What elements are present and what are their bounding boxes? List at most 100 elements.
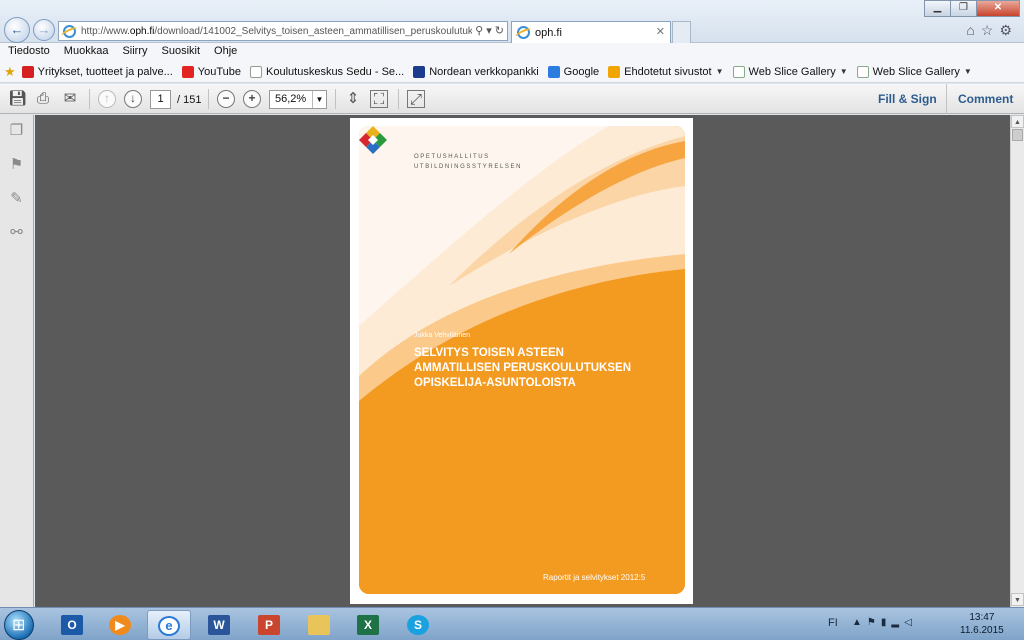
browser-tab[interactable]: oph.fi ✕ xyxy=(511,21,671,43)
chevron-down-icon: ▼ xyxy=(963,67,972,76)
refresh-icon[interactable]: ↻ xyxy=(495,25,504,37)
system-tray: ▲⚑▮▂◁ xyxy=(852,617,917,628)
navigation-pane: ❐ ⚑ ✎ ⚯ xyxy=(0,115,34,607)
favorites-star-icon[interactable]: ☆ xyxy=(981,22,1000,38)
address-tools: ⚲ ▾ ↻ xyxy=(472,24,504,37)
show-hidden-icons-icon[interactable]: ▲ xyxy=(852,617,867,628)
fit-page-icon[interactable]: ⛶ xyxy=(370,90,388,108)
favorite-link[interactable]: Web Slice Gallery ▼ xyxy=(856,65,972,78)
zoom-select[interactable]: 56,2% ▼ xyxy=(269,90,327,109)
toolbar-divider xyxy=(208,89,209,109)
menu-item-edit[interactable]: Muokkaa xyxy=(64,43,109,61)
chevron-down-icon: ▼ xyxy=(839,67,848,76)
page-thumbnails-icon[interactable]: ❐ xyxy=(8,121,25,139)
search-binoculars-icon[interactable]: ⚯ xyxy=(8,223,25,241)
windows-taskbar: O ▶ e W P X S FI ▲⚑▮▂◁ 13:47 11.6.2015 xyxy=(0,607,1024,640)
page-total: / 151 xyxy=(177,94,202,106)
next-page-icon[interactable]: ↓ xyxy=(124,90,142,108)
taskbar-skype[interactable]: S xyxy=(396,610,440,640)
oph-logo-icon xyxy=(359,126,387,154)
cover-series: Raportit ja selvitykset 2012:5 xyxy=(543,573,646,582)
excel-icon: X xyxy=(357,615,379,635)
browser-titlebar: ← → http://www.oph.fi/download/141002_Se… xyxy=(0,0,1024,43)
back-button[interactable]: ← xyxy=(4,17,30,43)
toolbar-divider xyxy=(946,84,947,114)
menu-bar: Tiedosto Muokkaa Siirry Suosikit Ohje xyxy=(0,43,1024,61)
url-text: http://www.oph.fi/download/141002_Selvit… xyxy=(81,25,490,37)
folder-icon xyxy=(308,615,330,635)
tab-close-icon[interactable]: ✕ xyxy=(656,25,665,38)
taskbar-outlook[interactable]: O xyxy=(50,610,94,640)
taskbar-word[interactable]: W xyxy=(197,610,241,640)
home-icon[interactable]: ⌂ xyxy=(966,22,980,38)
start-button[interactable] xyxy=(4,610,34,640)
pdf-page: OPETUSHALLITUS UTBILDNINGSSTYRELSEN Jukk… xyxy=(350,118,693,604)
organization-name: OPETUSHALLITUS UTBILDNINGSSTYRELSEN xyxy=(414,154,523,170)
comment-button[interactable]: Comment xyxy=(958,92,1013,106)
favorite-link[interactable]: Yritykset, tuotteet ja palve... xyxy=(21,65,173,78)
scroll-down-icon[interactable]: ▼ xyxy=(1011,593,1024,606)
favorite-link[interactable]: Web Slice Gallery ▼ xyxy=(732,65,848,78)
attachments-paperclip-icon[interactable]: ✎ xyxy=(8,189,25,207)
volume-icon[interactable]: ◁ xyxy=(904,617,917,628)
toolbar-divider xyxy=(335,89,336,109)
menu-item-go[interactable]: Siirry xyxy=(122,43,147,61)
powerpoint-icon: P xyxy=(258,615,280,635)
skype-icon: S xyxy=(407,615,429,635)
favorites-bar: ★ Yritykset, tuotteet ja palve... YouTub… xyxy=(0,61,1024,83)
forward-button[interactable]: → xyxy=(33,19,55,41)
cover-title: Selvitys toisen asteen ammatillisen peru… xyxy=(414,347,632,389)
settings-gear-icon[interactable]: ⚙ xyxy=(999,22,1018,38)
zoom-out-icon[interactable]: − xyxy=(217,90,235,108)
action-center-flag-icon[interactable]: ⚑ xyxy=(867,617,881,628)
fill-and-sign-button[interactable]: Fill & Sign xyxy=(878,92,937,106)
minimize-button[interactable]: ▁ xyxy=(924,0,951,17)
language-indicator[interactable]: FI xyxy=(828,617,838,629)
taskbar-media-player[interactable]: ▶ xyxy=(98,610,142,640)
network-icon[interactable]: ▂ xyxy=(891,617,904,628)
zoom-in-icon[interactable]: + xyxy=(243,90,261,108)
taskbar-file-explorer[interactable] xyxy=(297,610,341,640)
system-clock[interactable]: 13:47 11.6.2015 xyxy=(960,611,1004,637)
vertical-scrollbar[interactable]: ▲ ▼ xyxy=(1010,115,1024,607)
tab-favicon-icon xyxy=(517,26,530,39)
favorite-link[interactable]: Koulutuskeskus Sedu - Se... xyxy=(250,65,404,78)
cover-author: Jukka Vehviläinen xyxy=(414,332,471,339)
close-button[interactable]: ✕ xyxy=(976,0,1020,17)
page-number-input[interactable]: 1 xyxy=(150,90,171,109)
document-viewport[interactable]: OPETUSHALLITUS UTBILDNINGSSTYRELSEN Jukk… xyxy=(35,115,1010,607)
fit-width-icon[interactable]: ⇕ xyxy=(344,90,362,108)
scroll-thumb[interactable] xyxy=(1012,129,1023,141)
new-tab-button[interactable] xyxy=(672,21,691,43)
print-icon[interactable]: ⎙ xyxy=(34,90,52,108)
bing-icon xyxy=(608,65,621,78)
fullscreen-icon[interactable]: ⤢ xyxy=(407,90,425,108)
battery-icon[interactable]: ▮ xyxy=(881,617,892,628)
dropdown-icon[interactable]: ▾ xyxy=(486,25,492,37)
address-bar[interactable]: http://www.oph.fi/download/141002_Selvit… xyxy=(58,21,508,41)
favorite-link[interactable]: Ehdotetut sivustot ▼ xyxy=(608,65,724,78)
add-favorite-star-icon[interactable]: ★ xyxy=(4,64,16,80)
scroll-up-icon[interactable]: ▲ xyxy=(1011,115,1024,128)
taskbar-excel[interactable]: X xyxy=(346,610,390,640)
save-icon[interactable]: 💾︎ xyxy=(8,90,27,108)
menu-item-help[interactable]: Ohje xyxy=(214,43,237,61)
window-controls: ▁ ❐ ✕ xyxy=(924,0,1020,17)
bookmarks-icon[interactable]: ⚑ xyxy=(8,155,25,173)
previous-page-icon[interactable]: ↑ xyxy=(98,90,116,108)
favorite-link[interactable]: Nordean verkkopankki xyxy=(413,65,539,78)
ie-page-icon xyxy=(63,24,76,38)
search-icon[interactable]: ⚲ xyxy=(475,25,483,37)
favorite-link[interactable]: YouTube xyxy=(181,65,241,78)
menu-item-favorites[interactable]: Suosikit xyxy=(162,43,201,61)
toolbar-divider xyxy=(89,89,90,109)
taskbar-internet-explorer[interactable]: e xyxy=(147,610,191,640)
taskbar-powerpoint[interactable]: P xyxy=(247,610,291,640)
chevron-down-icon[interactable]: ▼ xyxy=(312,91,326,108)
web-slice-icon xyxy=(732,65,745,78)
web-slice-icon xyxy=(856,65,869,78)
menu-item-file[interactable]: Tiedosto xyxy=(8,43,50,61)
favorite-link[interactable]: Google xyxy=(547,65,599,78)
restore-button[interactable]: ❐ xyxy=(950,0,977,17)
email-icon[interactable]: ✉ xyxy=(61,90,79,108)
